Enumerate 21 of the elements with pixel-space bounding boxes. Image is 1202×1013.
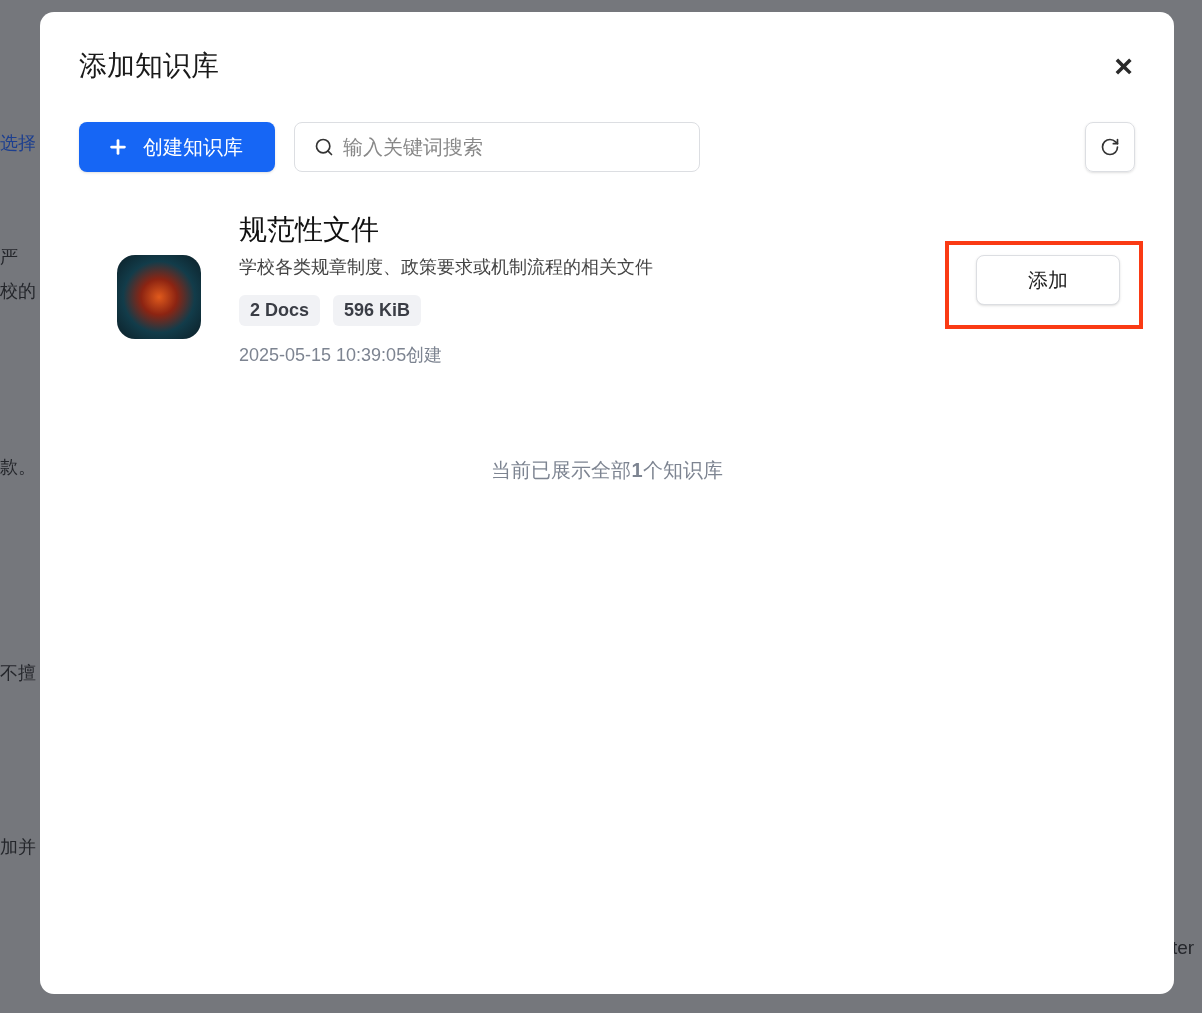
search-icon bbox=[314, 137, 334, 157]
background-text: 选择 bbox=[0, 132, 36, 155]
knowledge-base-description: 学校各类规章制度、政策要求或机制流程的相关文件 bbox=[239, 256, 653, 279]
background-text: 不擅 bbox=[0, 662, 36, 685]
refresh-button[interactable] bbox=[1085, 122, 1135, 172]
dialog-title: 添加知识库 bbox=[79, 49, 219, 83]
background-text: 严 bbox=[0, 246, 18, 269]
background-text: 校的 bbox=[0, 280, 36, 303]
create-button[interactable]: 创建知识库 bbox=[79, 122, 275, 172]
created-time: 2025-05-15 10:39:05创建 bbox=[239, 344, 444, 367]
background-text: 加并 bbox=[0, 836, 36, 859]
add-button[interactable]: 添加 bbox=[976, 254, 1120, 305]
search-field[interactable]: 输入关键词搜索 bbox=[294, 122, 700, 172]
knowledge-base-title: 规范性文件 bbox=[239, 213, 380, 247]
summary-text: 当前已展示全部1个知识库 bbox=[491, 458, 723, 483]
background-text: 款。 bbox=[0, 456, 36, 479]
close-button[interactable]: × bbox=[1114, 50, 1133, 82]
refresh-icon bbox=[1100, 137, 1120, 157]
plus-icon bbox=[107, 136, 129, 158]
tag: 596 KiB bbox=[333, 295, 422, 326]
tag: 2 Docs bbox=[239, 295, 321, 326]
